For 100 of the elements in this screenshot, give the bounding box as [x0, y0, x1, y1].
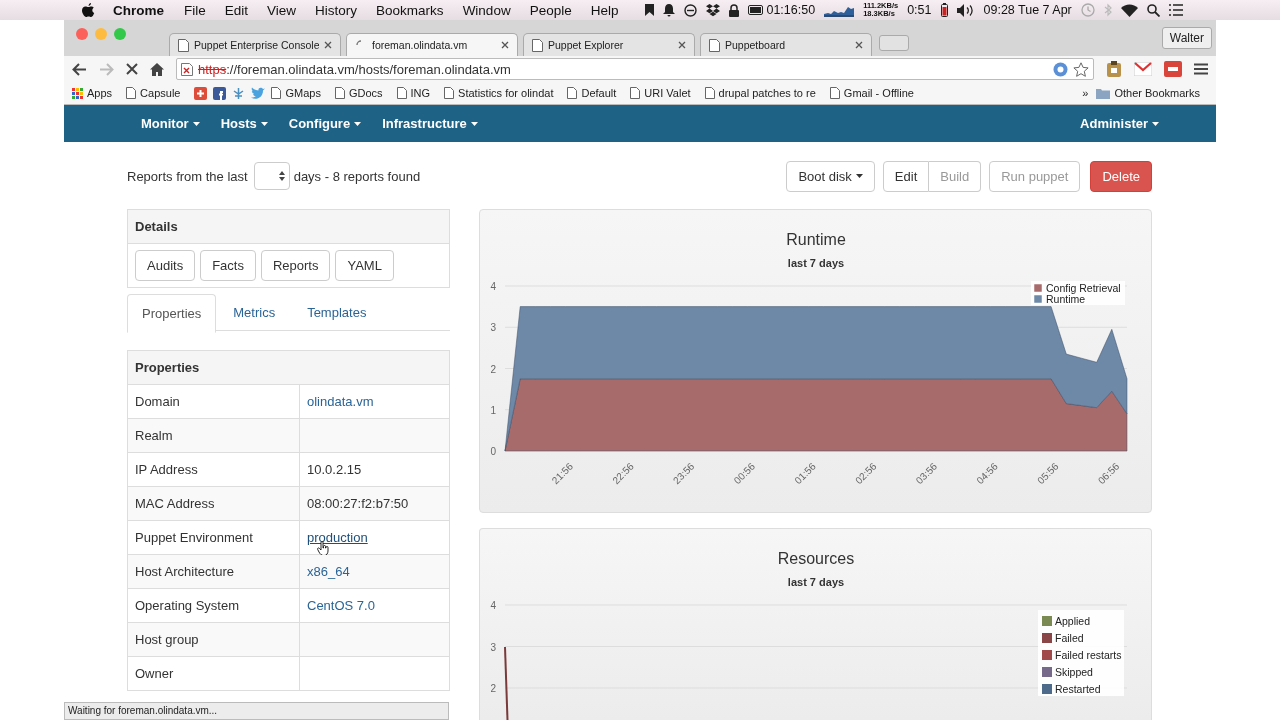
- legend-label: Skipped: [1055, 666, 1093, 678]
- dropdown-button[interactable]: Boot disk: [786, 160, 875, 192]
- menu-item[interactable]: Edit: [224, 2, 249, 18]
- value-link[interactable]: x86_64: [307, 564, 350, 579]
- battery-icon[interactable]: [940, 3, 948, 17]
- plus-square-icon[interactable]: [194, 86, 208, 100]
- status-bar: Waiting for foreman.olindata.vm...: [64, 702, 449, 720]
- battery-icon: [748, 5, 765, 15]
- legend-label: Applied: [1055, 615, 1091, 627]
- menu-item[interactable]: Chrome: [113, 2, 164, 18]
- nav-menu[interactable]: Configure: [274, 116, 369, 131]
- action-button[interactable]: Edit: [882, 160, 930, 192]
- close-icon[interactable]: [501, 41, 509, 49]
- nav-menu[interactable]: Monitor: [127, 116, 207, 131]
- table-cell: Domain: [128, 385, 300, 418]
- value-link[interactable]: production: [307, 530, 368, 545]
- stop-icon[interactable]: [126, 63, 138, 75]
- profile-button[interactable]: Walter: [1161, 27, 1212, 49]
- caret-icon: [855, 174, 863, 178]
- browser-tab[interactable]: foreman.olindata.vm: [346, 33, 518, 56]
- wifi-icon[interactable]: [1120, 3, 1138, 17]
- page-icon: [567, 87, 578, 99]
- value-link[interactable]: olindata.vm: [307, 394, 374, 409]
- timer-indicator[interactable]: 01:16:50: [748, 3, 816, 17]
- page-icon: [709, 38, 720, 52]
- apple-icon[interactable]: [82, 2, 95, 18]
- home-icon[interactable]: [150, 62, 164, 76]
- menu-item[interactable]: History: [315, 2, 358, 18]
- chart-title: Resources: [777, 550, 855, 567]
- bookmark-item[interactable]: Gmail - Offline: [829, 87, 914, 99]
- clipboard-icon[interactable]: [1106, 61, 1122, 77]
- volume-icon[interactable]: [956, 3, 975, 17]
- table-cell: Realm: [128, 419, 300, 452]
- y-axis-label: 3: [490, 641, 496, 653]
- menu-item[interactable]: Bookmarks: [376, 2, 444, 18]
- list-icon[interactable]: [1168, 4, 1183, 16]
- bookmark-item[interactable]: GMaps: [271, 87, 321, 99]
- dropbox-icon[interactable]: [706, 3, 721, 17]
- square-f-icon[interactable]: [213, 86, 227, 100]
- mail-icon[interactable]: [1134, 62, 1152, 76]
- page-icon: [334, 87, 345, 99]
- bookmark-item[interactable]: ING: [396, 87, 431, 99]
- details-button[interactable]: Reports: [260, 250, 331, 281]
- close-icon[interactable]: [855, 41, 863, 49]
- clock-text[interactable]: 09:28 Tue 7 Apr: [983, 3, 1072, 17]
- bookmark-item[interactable]: Capsule: [126, 87, 181, 99]
- legend-label: Restarted: [1055, 683, 1101, 695]
- bookmark-item[interactable]: URI Valet: [630, 87, 691, 99]
- bird-icon[interactable]: [251, 87, 266, 99]
- browser-tab[interactable]: Puppet Explorer: [523, 33, 695, 56]
- caret-icon: [192, 121, 200, 126]
- overflow-chevron[interactable]: »: [1082, 87, 1089, 99]
- nav-menu[interactable]: Infrastructure: [368, 116, 485, 131]
- bookmark-item[interactable]: Statistics for olindat: [444, 87, 554, 99]
- value-link[interactable]: CentOS 7.0: [307, 598, 375, 613]
- back-icon[interactable]: [72, 62, 87, 76]
- nav-menu[interactable]: Administer: [1066, 116, 1166, 131]
- table-heading: Properties: [128, 351, 449, 385]
- bell-icon[interactable]: [663, 3, 676, 17]
- details-button[interactable]: YAML: [335, 250, 394, 281]
- y-axis-label: 4: [490, 281, 496, 292]
- tab[interactable]: Properties: [127, 294, 217, 333]
- menu-item[interactable]: People: [529, 2, 572, 18]
- menu-item[interactable]: File: [184, 2, 206, 18]
- days-number-field[interactable]: [253, 162, 290, 190]
- browser-tab[interactable]: Puppetboard: [700, 33, 872, 56]
- bookmark-folder[interactable]: Other Bookmarks: [1096, 87, 1200, 99]
- browser-tab[interactable]: Puppet Enterprise Console: [169, 33, 341, 56]
- address-field[interactable]: https://foreman.olindata.vm/hosts/foreman.olindata.vm: [176, 58, 1094, 80]
- caret-icon: [260, 121, 268, 126]
- bookmark-icon[interactable]: [645, 4, 655, 16]
- action-button[interactable]: Delete: [1090, 160, 1152, 192]
- folder-icon: [1096, 87, 1111, 99]
- bookmark-item[interactable]: GDocs: [334, 87, 383, 99]
- page-icon: [829, 87, 840, 99]
- menu-item[interactable]: Help: [590, 2, 619, 18]
- details-button[interactable]: Audits: [135, 250, 196, 281]
- bookmark-item[interactable]: Apps: [72, 87, 113, 99]
- blocked-circle-icon[interactable]: [684, 3, 698, 17]
- tab[interactable]: Templates: [292, 294, 382, 330]
- search-icon[interactable]: [1146, 3, 1160, 17]
- spinner-arrows-icon: [278, 171, 285, 181]
- close-icon[interactable]: [678, 41, 686, 49]
- star-icon[interactable]: [1073, 61, 1089, 77]
- table-cell: Host group: [128, 623, 300, 656]
- battery-time[interactable]: 0:51: [907, 3, 932, 17]
- tree-icon[interactable]: [232, 86, 246, 100]
- y-axis-label: 2: [490, 363, 496, 375]
- page-warning-icon: [181, 62, 193, 76]
- menu-item[interactable]: Window: [462, 2, 511, 18]
- bookmark-item[interactable]: drupal patches to re: [704, 87, 816, 99]
- lock-icon[interactable]: [729, 3, 740, 17]
- tab[interactable]: Metrics: [218, 294, 291, 330]
- close-icon[interactable]: [324, 41, 332, 49]
- extension-icon[interactable]: [1164, 61, 1182, 77]
- menu-item[interactable]: View: [267, 2, 297, 18]
- menu-icon[interactable]: [1194, 63, 1208, 75]
- bookmark-item[interactable]: Default: [567, 87, 617, 99]
- details-button[interactable]: Facts: [200, 250, 256, 281]
- nav-menu[interactable]: Hosts: [206, 116, 275, 131]
